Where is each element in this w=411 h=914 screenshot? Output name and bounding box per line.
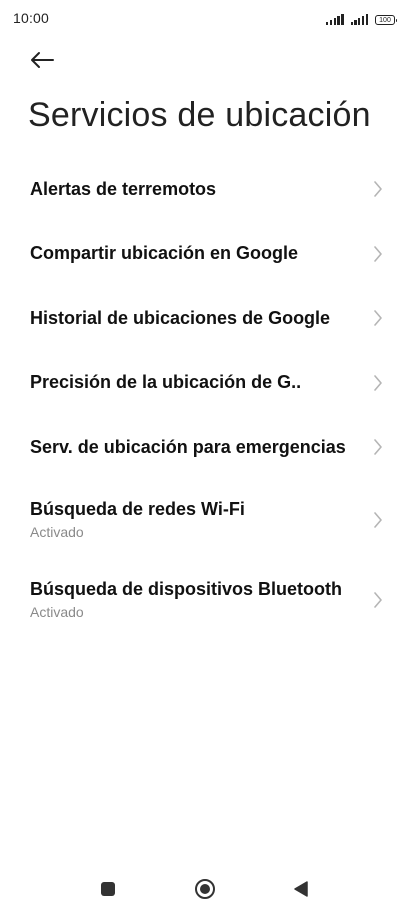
item-label: Serv. de ubicación para emergencias [30,436,346,457]
chevron-right-icon [374,374,382,391]
nav-back-button[interactable] [286,874,316,904]
chevron-right-icon [374,310,382,327]
list-item-earthquake-alerts[interactable]: Alertas de terremotos [0,157,411,222]
battery-icon: 100 [375,15,397,25]
home-button[interactable] [190,874,220,904]
status-bar: 10:00 100 [0,0,411,36]
item-status: Activado [30,524,84,540]
signal-2-icon [350,14,368,25]
list-item-google-location-history[interactable]: Historial de ubicaciones de Google [0,286,411,351]
chevron-right-icon [374,245,382,262]
signal-1-icon [326,14,344,25]
list-item-google-location-accuracy[interactable]: Precisión de la ubicación de G.. [0,351,411,416]
item-label: Historial de ubicaciones de Google [30,307,331,328]
arrow-left-icon [31,52,54,68]
chevron-right-icon [374,439,382,456]
triangle-back-icon [294,881,308,897]
back-button[interactable] [27,46,57,74]
recents-button[interactable] [93,874,123,904]
item-label: Búsqueda de dispositivos Bluetooth [30,579,343,599]
settings-list: Alertas de terremotos Compartir ubicació… [0,157,411,640]
page-title: Servicios de ubicación [28,96,371,134]
chevron-right-icon [374,591,382,608]
status-icons: 100 [326,11,397,25]
chevron-right-icon [374,511,382,528]
list-item-google-location-sharing[interactable]: Compartir ubicación en Google [0,222,411,287]
status-time: 10:00 [13,10,50,26]
navigation-bar [0,864,411,914]
circle-icon [195,879,215,899]
chevron-right-icon [374,181,382,198]
list-item-wifi-scanning[interactable]: Búsqueda de redes Wi-Fi Activado [0,480,411,560]
item-label: Precisión de la ubicación de G.. [30,372,302,393]
item-label: Alertas de terremotos [30,178,217,199]
item-status: Activado [30,604,84,620]
list-item-emergency-location-service[interactable]: Serv. de ubicación para emergencias [0,415,411,480]
item-label: Búsqueda de redes Wi-Fi [30,499,245,519]
item-label: Compartir ubicación en Google [30,243,299,264]
list-item-bluetooth-scanning[interactable]: Búsqueda de dispositivos Bluetooth Activ… [0,560,411,640]
square-icon [101,882,115,896]
